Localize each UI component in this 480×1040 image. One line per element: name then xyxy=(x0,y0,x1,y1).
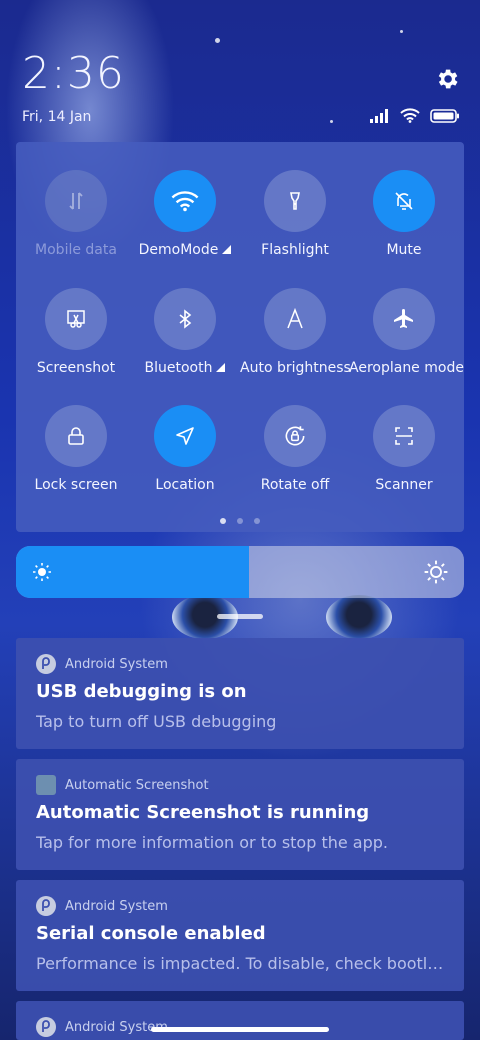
star-decoration xyxy=(400,30,403,33)
android-system-icon xyxy=(36,896,56,916)
notification-app-name: Automatic Screenshot xyxy=(65,777,209,793)
page-dot[interactable] xyxy=(237,518,243,524)
drag-handle[interactable] xyxy=(217,614,263,619)
notification-title: Automatic Screenshot is running xyxy=(36,802,370,823)
tile-aeroplane-mode[interactable]: Aeroplane mode xyxy=(349,288,464,376)
date-label: Fri, 14 Jan xyxy=(22,109,92,125)
tile-label: Rotate off xyxy=(260,477,330,493)
tile-label: Flashlight xyxy=(261,242,329,258)
tile-rotate-off[interactable]: Rotate off xyxy=(240,405,350,493)
lock-icon xyxy=(45,405,107,467)
page-dot[interactable] xyxy=(220,518,226,524)
page-indicator xyxy=(16,518,464,524)
tile-label: Screenshot xyxy=(36,360,116,376)
star-decoration xyxy=(215,38,220,43)
tile-mute[interactable]: Mute xyxy=(349,170,459,258)
app-square-icon xyxy=(36,775,56,795)
notification-card[interactable]: Android System USB debugging is on Tap t… xyxy=(16,638,464,749)
tile-demomode[interactable]: DemoMode xyxy=(130,170,240,258)
wifi-icon xyxy=(400,108,420,127)
notification-title: Serial console enabled xyxy=(36,923,266,944)
notification-app-row: Android System xyxy=(36,654,168,674)
star-decoration xyxy=(330,120,333,123)
brightness-slider[interactable] xyxy=(16,546,464,598)
mobile-data-icon xyxy=(45,170,107,232)
tile-label: Location xyxy=(155,477,215,493)
notification-card[interactable]: Android System Serial console enabled Pe… xyxy=(16,880,464,991)
notification-app-row: Android System xyxy=(36,896,168,916)
status-icons xyxy=(370,108,460,127)
tile-label-wrap: DemoMode xyxy=(130,242,240,258)
bluetooth-icon xyxy=(154,288,216,350)
flashlight-icon xyxy=(264,170,326,232)
expand-triangle-icon[interactable] xyxy=(216,363,226,372)
tile-mobile-data[interactable]: Mobile data xyxy=(21,170,131,258)
notification-app-name: Android System xyxy=(65,898,168,914)
tile-label: Auto brightness xyxy=(240,360,351,376)
android-system-icon xyxy=(36,654,56,674)
scissors-icon xyxy=(45,288,107,350)
tile-lock-screen[interactable]: Lock screen xyxy=(21,405,131,493)
notification-body: Tap to turn off USB debugging xyxy=(36,712,277,731)
notification-body: Tap for more information or to stop the … xyxy=(36,833,389,852)
scanner-icon xyxy=(373,405,435,467)
android-system-icon xyxy=(36,1017,56,1037)
tile-flashlight[interactable]: Flashlight xyxy=(240,170,350,258)
tile-label: Mute xyxy=(386,242,422,258)
quick-settings-panel: Mobile data DemoMode Flashlight Mute Scr… xyxy=(16,142,464,532)
signal-icon xyxy=(370,108,390,127)
tile-label: Mobile data xyxy=(35,242,117,258)
expand-triangle-icon[interactable] xyxy=(222,245,232,254)
notification-title: USB debugging is on xyxy=(36,681,247,702)
page-dot[interactable] xyxy=(254,518,260,524)
wifi-icon xyxy=(154,170,216,232)
location-icon xyxy=(154,405,216,467)
rotate-lock-icon xyxy=(264,405,326,467)
tile-label: DemoMode xyxy=(138,242,219,258)
auto-brightness-icon xyxy=(264,288,326,350)
tile-scanner[interactable]: Scanner xyxy=(349,405,459,493)
tile-label: Bluetooth xyxy=(144,360,213,376)
tile-label: Lock screen xyxy=(34,477,118,493)
tile-auto-brightness[interactable]: Auto brightness xyxy=(240,288,351,376)
notification-card[interactable]: Automatic Screenshot Automatic Screensho… xyxy=(16,759,464,870)
home-gesture-bar[interactable] xyxy=(151,1027,329,1032)
clock-time: 2:36 xyxy=(22,48,125,99)
tile-label: Aeroplane mode xyxy=(349,360,464,376)
airplane-icon xyxy=(373,288,435,350)
notification-app-row: Automatic Screenshot xyxy=(36,775,209,795)
tile-label: Scanner xyxy=(375,477,433,493)
brightness-low-icon xyxy=(32,562,52,586)
tile-label-wrap: Bluetooth xyxy=(130,360,240,376)
tile-screenshot[interactable]: Screenshot xyxy=(21,288,131,376)
gear-icon[interactable] xyxy=(434,66,460,92)
tile-location[interactable]: Location xyxy=(130,405,240,493)
notification-app-row: Android System xyxy=(36,1017,168,1037)
notification-body: Performance is impacted. To disable, che… xyxy=(36,954,444,973)
bell-off-icon xyxy=(373,170,435,232)
notification-app-name: Android System xyxy=(65,656,168,672)
battery-icon xyxy=(430,108,460,127)
notification-card[interactable]: Android System xyxy=(16,1001,464,1040)
brightness-high-icon xyxy=(424,560,448,588)
tile-bluetooth[interactable]: Bluetooth xyxy=(130,288,240,376)
wallpaper-cat-eye xyxy=(326,595,392,639)
